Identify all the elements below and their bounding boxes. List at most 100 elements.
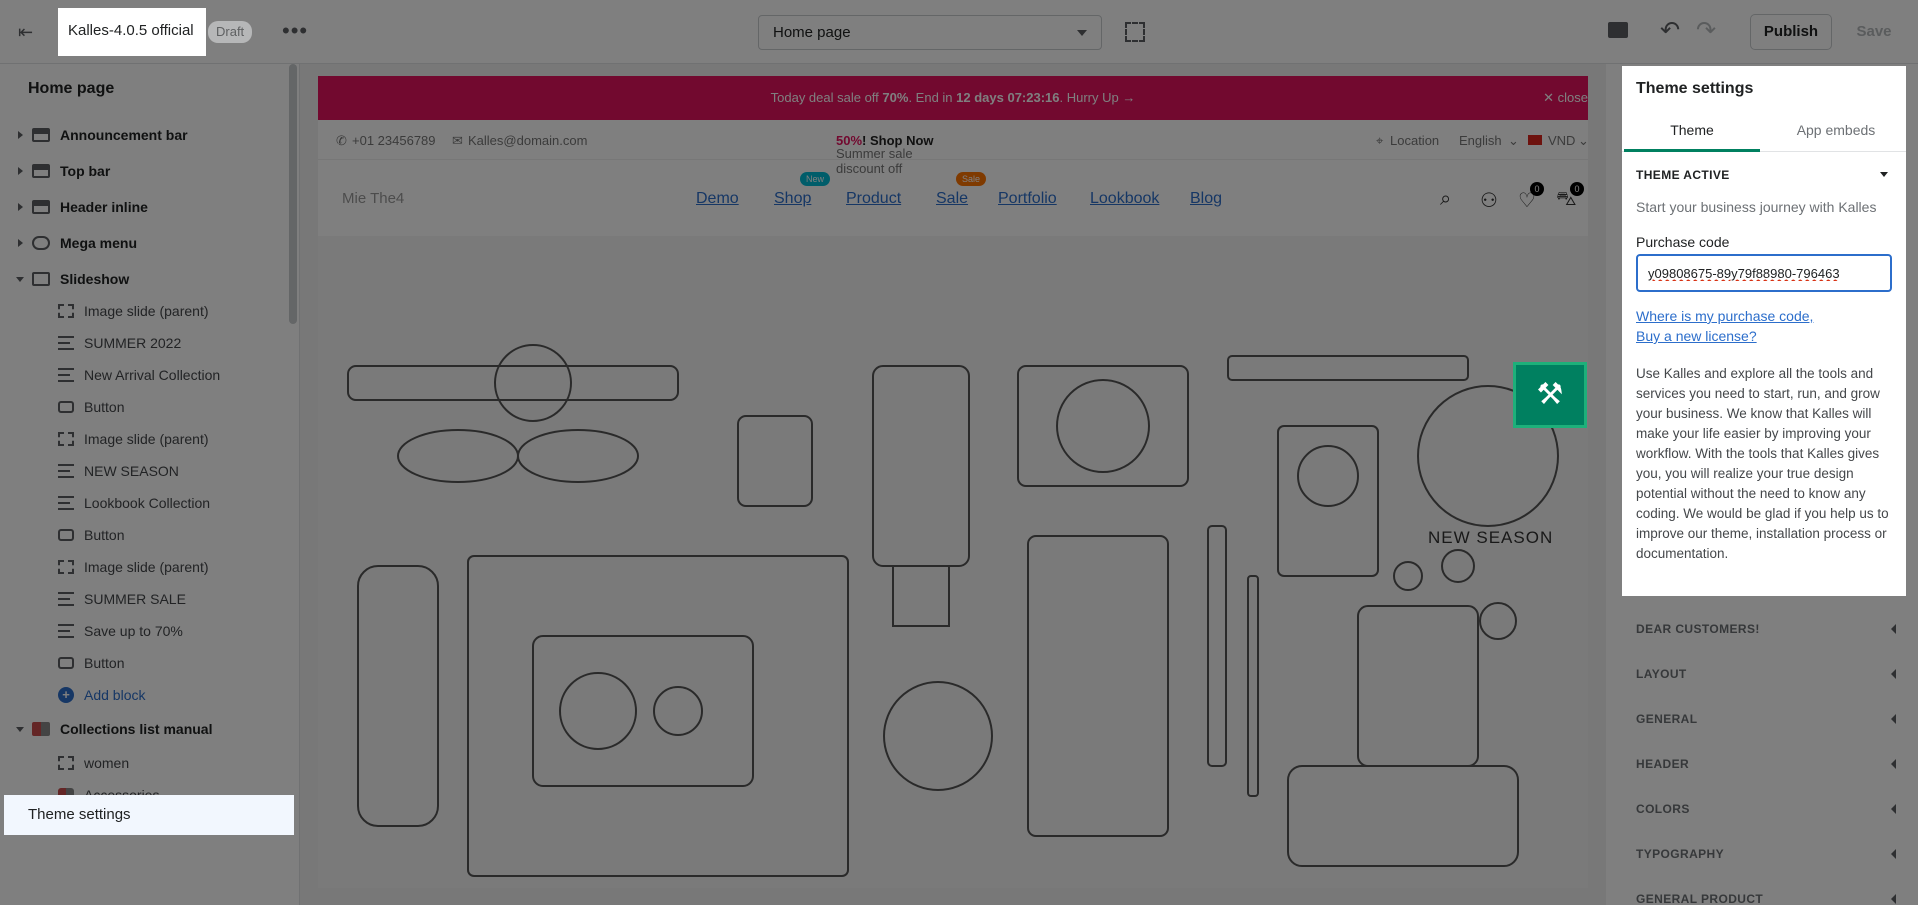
block-text[interactable]: Lookbook Collection <box>0 488 288 518</box>
chevron-down-icon[interactable] <box>1880 172 1888 177</box>
block-image-slide[interactable]: Image slide (parent) <box>0 424 288 454</box>
nav-demo[interactable]: Demo <box>696 190 739 208</box>
desktop-icon[interactable] <box>1608 22 1628 38</box>
promo-close[interactable]: ✕ close <box>1543 76 1588 120</box>
chevron-down-icon[interactable] <box>16 726 24 732</box>
nav-product[interactable]: Product <box>846 190 901 208</box>
theme-tools-icon[interactable]: ⚒ <box>1513 362 1587 428</box>
nav-blog[interactable]: Blog <box>1190 190 1222 208</box>
exit-icon[interactable]: ⇤ <box>18 22 40 42</box>
section-top-bar[interactable]: Top bar <box>0 156 288 186</box>
summer-sale-text: Summer sale discount off 50%! Shop Now <box>836 133 934 176</box>
section-announcement-bar[interactable]: Announcement bar <box>0 120 288 150</box>
block-label: SUMMER 2022 <box>84 335 182 351</box>
phone-icon: ✆ <box>336 133 347 148</box>
section-mega-menu[interactable]: Mega menu <box>0 228 288 258</box>
frame-icon <box>58 304 74 318</box>
chevron-left-icon <box>1891 894 1896 904</box>
preview-canvas[interactable]: Today deal sale off 70%. End in 12 days … <box>318 76 1588 888</box>
nav-lookbook[interactable]: Lookbook <box>1090 190 1159 208</box>
button-icon <box>58 529 74 541</box>
button-icon <box>58 401 74 413</box>
theme-settings-button[interactable]: Theme settings <box>4 795 294 835</box>
text-icon <box>58 368 74 382</box>
purchase-code-link[interactable]: Where is my purchase code, <box>1636 308 1813 324</box>
account-icon[interactable]: ⚇ <box>1480 188 1498 213</box>
chevron-down-icon[interactable] <box>16 276 24 282</box>
group-general-product[interactable]: GENERAL PRODUCT <box>1636 892 1896 905</box>
chevron-right-icon[interactable] <box>18 203 23 211</box>
language-select[interactable]: English <box>1459 133 1502 148</box>
block-text[interactable]: New Arrival Collection <box>0 360 288 390</box>
block-button[interactable]: Button <box>0 648 288 678</box>
group-typography[interactable]: TYPOGRAPHY <box>1636 847 1896 861</box>
block-text[interactable]: Save up to 70% <box>0 616 288 646</box>
text-icon <box>58 464 74 478</box>
section-label: Slideshow <box>60 271 130 287</box>
location[interactable]: Location <box>1390 133 1439 148</box>
group-label: GENERAL PRODUCT <box>1636 892 1764 905</box>
block-heading[interactable]: SUMMER 2022 <box>0 328 288 358</box>
block-label: NEW SEASON <box>84 463 179 479</box>
block-button[interactable]: Button <box>0 520 288 550</box>
add-block-label: Add block <box>84 687 146 703</box>
section-label: Top bar <box>60 163 111 179</box>
nav-shop[interactable]: Shop <box>774 190 811 208</box>
buy-license-link[interactable]: Buy a new license? <box>1636 328 1757 344</box>
block-heading[interactable]: SUMMER SALE <box>0 584 288 614</box>
chevron-left-icon <box>1891 669 1896 679</box>
chevron-left-icon <box>1891 849 1896 859</box>
chevron-left-icon <box>1891 624 1896 634</box>
nav-portfolio[interactable]: Portfolio <box>998 190 1057 208</box>
email: Kalles@domain.com <box>468 133 588 148</box>
block-label: Image slide (parent) <box>84 431 209 447</box>
group-dear-customers[interactable]: DEAR CUSTOMERS! <box>1636 622 1896 636</box>
search-icon[interactable]: ⌕ <box>1440 188 1451 211</box>
block-heading[interactable]: NEW SEASON <box>0 456 288 486</box>
tab-theme[interactable]: Theme <box>1624 108 1760 152</box>
slideshow-hero[interactable]: NEW SEASON <box>318 236 1588 888</box>
chevron-down-icon: ⌄ <box>1508 133 1519 148</box>
block-button[interactable]: Button <box>0 392 288 422</box>
currency-select[interactable]: VND <box>1548 133 1575 148</box>
inspector-icon[interactable] <box>1125 22 1145 42</box>
undo-icon[interactable]: ↶ <box>1660 16 1680 45</box>
publish-button[interactable]: Publish <box>1750 14 1832 50</box>
nav-sale[interactable]: Sale <box>936 190 968 208</box>
text-icon <box>58 336 74 350</box>
section-slideshow[interactable]: Slideshow <box>0 264 288 294</box>
group-header[interactable]: HEADER <box>1636 757 1896 771</box>
collection-icon <box>32 722 50 736</box>
chevron-right-icon[interactable] <box>18 239 23 247</box>
purchase-code-input[interactable] <box>1636 254 1892 292</box>
add-block-button[interactable]: + Add block <box>0 680 288 710</box>
promo-countdown: 12 days 07:23:16 <box>956 90 1060 105</box>
tab-app-embeds[interactable]: App embeds <box>1768 108 1904 152</box>
theme-active-heading[interactable]: THEME ACTIVE <box>1636 168 1730 182</box>
group-label: LAYOUT <box>1636 667 1687 681</box>
section-label: Header inline <box>60 199 148 215</box>
chevron-right-icon[interactable] <box>18 167 23 175</box>
sidebar-scrollbar[interactable] <box>289 64 297 324</box>
frame-icon <box>58 756 74 770</box>
page-select[interactable]: Home page <box>758 15 1102 50</box>
section-icon <box>32 128 50 142</box>
chevron-right-icon[interactable] <box>18 131 23 139</box>
group-colors[interactable]: COLORS <box>1636 802 1896 816</box>
group-general[interactable]: GENERAL <box>1636 712 1896 726</box>
promo-percent: 70% <box>882 90 909 105</box>
group-label: HEADER <box>1636 757 1690 771</box>
block-image-slide[interactable]: Image slide (parent) <box>0 552 288 582</box>
redo-icon[interactable]: ↷ <box>1696 16 1716 45</box>
block-label: women <box>84 755 130 771</box>
section-header-inline[interactable]: Header inline <box>0 192 288 222</box>
panel-tabs: Theme App embeds <box>1622 108 1906 152</box>
block-collection[interactable]: women <box>0 748 288 778</box>
block-image-slide[interactable]: Image slide (parent) <box>0 296 288 326</box>
store-logo[interactable]: Mie The4 <box>342 190 404 207</box>
group-layout[interactable]: LAYOUT <box>1636 667 1896 681</box>
more-actions-button[interactable]: ••• <box>282 18 308 44</box>
block-label: Button <box>84 655 125 671</box>
section-collections-list[interactable]: Collections list manual <box>0 714 288 744</box>
save-button[interactable]: Save <box>1846 14 1902 50</box>
